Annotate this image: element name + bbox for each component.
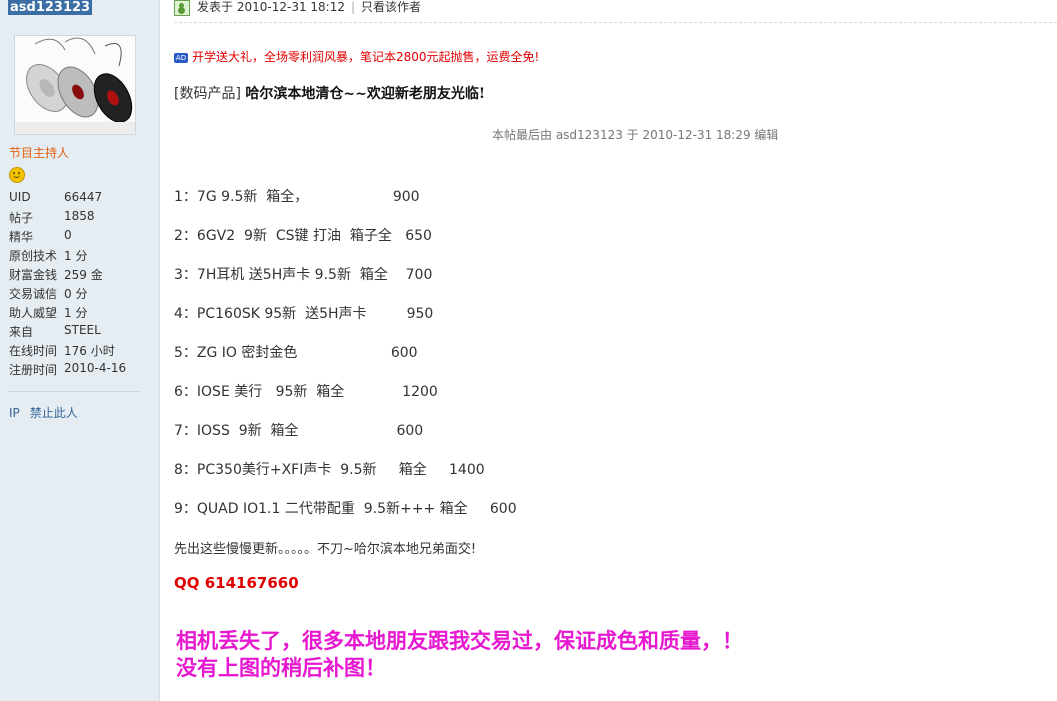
list-item: 5：ZG IO 密封金色 600 [174, 345, 418, 361]
author-username[interactable]: asd123123 [8, 0, 93, 15]
post-content: 发表于 2010-12-31 18:12 | 只看该作者 AD 开学送大礼，全场零利润… [160, 0, 1057, 701]
posted-time: 2010-12-31 18:12 [236, 0, 345, 14]
post-title: [数码产品] 哈尔滨本地清仓~~欢迎新老朋友光临! [174, 83, 485, 103]
stat-value: 0 分 [64, 287, 88, 301]
stat-label: 原创技术 [9, 249, 58, 263]
list-item: 2：6GV2 9新 CS键 打油 箱子全 650 [174, 228, 432, 244]
stat-value: STEEL [64, 323, 101, 337]
stat-value: 1 分 [64, 249, 88, 263]
stat-label: 在线时间 [9, 344, 58, 358]
smiley-icon [9, 167, 25, 183]
stat-label: 帖子 [9, 211, 34, 225]
stat-value: 176 小时 [64, 344, 115, 358]
meta-separator: | [350, 0, 356, 14]
post-meta: 发表于 2010-12-31 18:12 | 只看该作者 [197, 0, 421, 14]
stat-label: 助人威望 [9, 306, 58, 320]
ad-icon: AD [174, 53, 188, 63]
list-item: 7：IOSS 9新 箱全 600 [174, 423, 424, 439]
stat-value: 1858 [64, 209, 95, 223]
sidebar-divider [9, 391, 140, 392]
list-item: 6：IOSE 美行 95新 箱全 1200 [174, 384, 438, 400]
stat-value: 66447 [64, 190, 103, 204]
list-item: 9：QUAD IO1.1 二代带配重 9.5新+++ 箱全 600 [174, 501, 517, 517]
ad-banner[interactable]: AD 开学送大礼，全场零利润风暴，笔记本2800元起抛售，运费全免! [174, 48, 539, 65]
stat-value: 0 [64, 228, 72, 242]
online-status-icon [174, 0, 190, 16]
list-item: 3：7H耳机 送5H声卡 9.5新 箱全 700 [174, 267, 433, 283]
stat-value: 259 金 [64, 268, 103, 282]
stat-label: 来自 [9, 325, 34, 339]
post-notice: 先出这些慢慢更新。。。。。不刀~哈尔滨本地兄弟面交! [174, 542, 477, 557]
moderation-links: IP 禁止此人 [9, 404, 88, 421]
edit-note: 本帖最后由 asd123123 于 2010-12-31 18:29 编辑 [492, 128, 779, 142]
post-title-text: 哈尔滨本地清仓~~欢迎新老朋友光临! [245, 86, 485, 102]
ad-link[interactable]: 开学送大礼，全场零利润风暴，笔记本2800元起抛售，运费全免! [192, 50, 539, 64]
post-category[interactable]: [数码产品] [174, 86, 241, 102]
mouse-photo-image [15, 36, 135, 134]
list-item: 4：PC160SK 95新 送5H声卡 950 [174, 306, 434, 322]
stat-label: 交易诚信 [9, 287, 58, 301]
posted-label: 发表于 [197, 0, 234, 14]
avatar[interactable] [14, 35, 136, 135]
highlight-text-line-1: 相机丢失了，很多本地朋友跟我交易过，保证成色和质量，！ [176, 628, 743, 653]
highlight-text-line-2: 没有上图的稍后补图！ [176, 655, 386, 680]
ip-link[interactable]: IP [9, 406, 20, 420]
author-sidebar: asd123123 节目主持人 UID 66447 帖子 1858 精华 0 原创技术… [0, 0, 160, 701]
stat-label: 财富金钱 [9, 268, 58, 282]
user-role-title: 节目主持人 [9, 146, 70, 160]
ban-user-link[interactable]: 禁止此人 [30, 406, 78, 420]
stat-label: UID [9, 190, 31, 204]
qq-contact: QQ 614167660 [174, 574, 299, 592]
stat-value: 1 分 [64, 306, 88, 320]
post-header: 发表于 2010-12-31 18:12 | 只看该作者 [174, 0, 1057, 23]
stat-label: 注册时间 [9, 363, 58, 377]
only-author-link[interactable]: 只看该作者 [361, 0, 421, 14]
stat-value: 2010-4-16 [64, 361, 127, 375]
list-item: 1：7G 9.5新 箱全， 900 [174, 189, 420, 205]
list-item: 8：PC350美行+XFI声卡 9.5新 箱全 1400 [174, 462, 485, 478]
stat-label: 精华 [9, 230, 34, 244]
